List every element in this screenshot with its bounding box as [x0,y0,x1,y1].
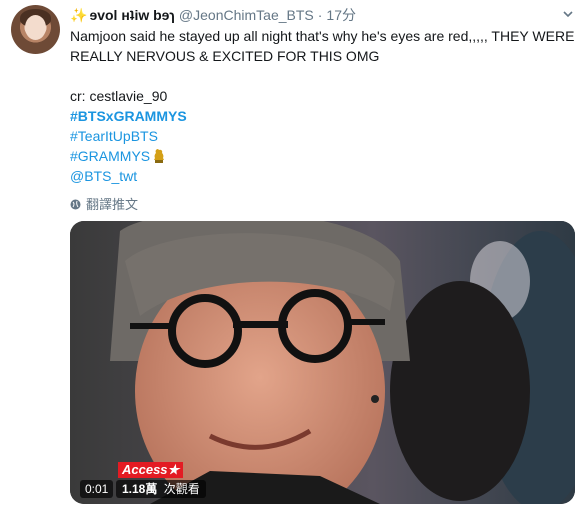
trophy-icon [152,148,166,164]
chevron-down-icon[interactable] [562,8,574,20]
separator-dot: · [317,7,323,23]
display-name[interactable]: ɘvol ʜʇiw bɘɿ [89,7,174,23]
tweet-text-line: REALLY NERVOUS & EXCITED FOR THIS OMG [70,48,380,64]
tweet-text-line: Namjoon said he stayed up all night that… [70,28,575,44]
user-handle[interactable]: @JeonChimTae_BTS [179,7,314,23]
access-brand-logo: Access★ [118,462,184,478]
avatar-face [25,15,46,40]
hashtag-link[interactable]: #TearItUpBTS [70,128,158,144]
tweet-text: Namjoon said he stayed up all night that… [70,26,575,186]
tweet-card[interactable]: ✨ ɘvol ʜʇiw bɘɿ @JeonChimTae_BTS · 17分 N… [0,0,586,510]
avatar[interactable] [11,5,60,54]
view-count: 1.18萬 [122,482,158,496]
tweet-header: ✨ ɘvol ʜʇiw bɘɿ @JeonChimTae_BTS · 17分 [70,6,356,24]
tweet-timestamp[interactable]: 17分 [326,5,356,25]
view-count-badge: 1.18萬 次觀看 [116,480,206,498]
hashtag-link[interactable]: #BTSxGRAMMYS [70,108,187,124]
credit-text: cr: cestlavie_90 [70,88,168,104]
translate-label: 翻譯推文 [86,197,139,212]
video-timecode: 0:01 [80,480,114,498]
video-player[interactable]: Access★ 0:01 1.18萬 次觀看 [70,221,575,504]
view-label: 次觀看 [163,482,200,496]
mention-link[interactable]: @BTS_twt [70,168,137,184]
globe-icon [70,198,81,210]
sparkle-icon: ✨ [70,6,88,23]
translate-tweet-link[interactable]: 翻譯推文 [70,194,138,213]
hashtag-link[interactable]: #GRAMMYS [70,148,150,164]
